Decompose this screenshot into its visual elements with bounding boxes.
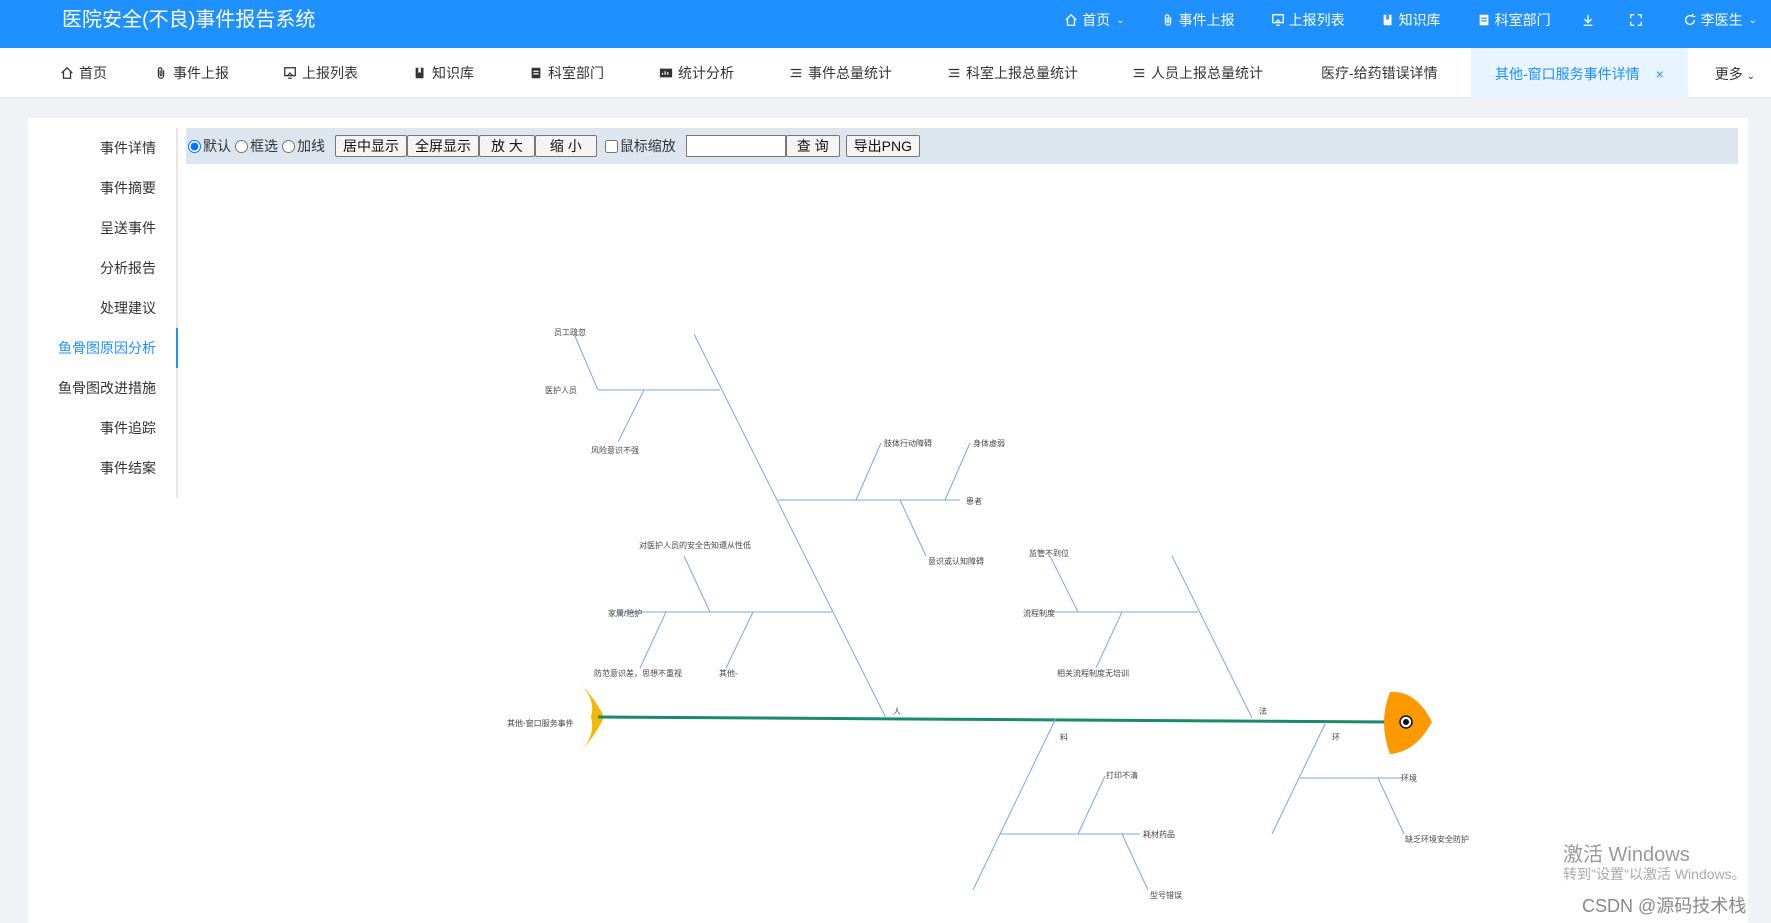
bone-main-liao xyxy=(972,717,1057,891)
cause-label-patient[interactable]: 患者 xyxy=(966,496,982,506)
detail-label-process-supervision[interactable]: 监管不到位 xyxy=(1029,548,1069,558)
detail-label-staff-risk[interactable]: 风险意识不强 xyxy=(591,445,639,455)
bone-detail-process-training xyxy=(1095,611,1123,669)
detail-label-patient-weak[interactable]: 身体虚弱 xyxy=(973,438,1005,448)
cause-label-material[interactable]: 耗材药品 xyxy=(1143,829,1175,839)
fishbone-diagram: 其他-窗口服务事件 人 医护人员 员工疏忽 风险意识不强 患者 肢体行动障碍 身… xyxy=(507,327,1469,900)
bone-main-ren xyxy=(693,333,887,719)
detail-label-family-compliance-text: 对医护人员的安全告知遵从性低 xyxy=(639,540,751,550)
detail-label-patient-mobility[interactable]: 肢体行动障碍 xyxy=(884,438,932,448)
cause-label-other[interactable]: 其他- xyxy=(719,668,738,678)
windows-activation-watermark: 激活 Windows xyxy=(1563,844,1690,866)
bone-detail-patient-cognition xyxy=(899,499,927,557)
fish-pupil xyxy=(1403,719,1409,725)
category-label-fa[interactable]: 法 xyxy=(1259,706,1267,716)
fish-spine xyxy=(597,715,1391,724)
bone-detail-other xyxy=(725,611,754,669)
bone-main-fa xyxy=(1171,555,1253,719)
category-label-ren[interactable]: 人 xyxy=(893,707,901,716)
cause-label-process[interactable]: 流程制度 xyxy=(1023,608,1055,618)
fishbone-bones xyxy=(573,333,1405,891)
bone-detail-family-compliance xyxy=(683,555,711,613)
detail-label-family-compliance[interactable]: 对医护人员的安全告知遵从性低 xyxy=(639,540,751,550)
category-label-huan[interactable]: 环 xyxy=(1332,733,1340,742)
detail-label-material-print[interactable]: 打印不清 xyxy=(1106,770,1138,780)
bone-detail-staff-risk xyxy=(617,389,645,443)
fishbone-labels: 其他-窗口服务事件 人 医护人员 员工疏忽 风险意识不强 患者 肢体行动障碍 身… xyxy=(507,327,1469,900)
bone-detail-patient-weak xyxy=(944,442,971,501)
bone-detail-process-supervision xyxy=(1049,555,1079,613)
detail-label-staff-negligence[interactable]: 员工疏忽 xyxy=(554,327,586,337)
csdn-watermark: CSDN @源码技术栈 xyxy=(1582,896,1747,916)
fishbone-problem-label[interactable]: 其他-窗口服务事件 xyxy=(507,718,574,728)
bone-detail-staff-negligence xyxy=(573,333,599,391)
bone-detail-material-model xyxy=(1121,833,1149,891)
windows-activation-hint: 转到"设置"以激活 Windows。 xyxy=(1563,866,1746,882)
bone-detail-family-awareness xyxy=(639,611,667,669)
cause-label-family[interactable]: 家属/陪护 xyxy=(608,608,642,618)
cause-label-staff[interactable]: 医护人员 xyxy=(545,385,577,395)
detail-label-family-awareness[interactable]: 防范意识差，思想不重视 xyxy=(594,668,682,678)
bone-detail-environment-protection xyxy=(1377,777,1405,835)
detail-label-material-model[interactable]: 型号错误 xyxy=(1150,890,1182,900)
detail-label-process-training[interactable]: 相关流程制度无培训 xyxy=(1057,668,1129,678)
cause-label-environment[interactable]: 环境 xyxy=(1401,773,1417,783)
category-label-liao[interactable]: 料 xyxy=(1060,732,1068,742)
bone-detail-patient-mobility xyxy=(855,442,882,501)
bone-detail-material-print xyxy=(1077,775,1106,835)
detail-label-environment-protection[interactable]: 缺乏环境安全防护 xyxy=(1405,834,1469,844)
detail-label-patient-cognition[interactable]: 意识或认知障碍 xyxy=(928,556,984,566)
